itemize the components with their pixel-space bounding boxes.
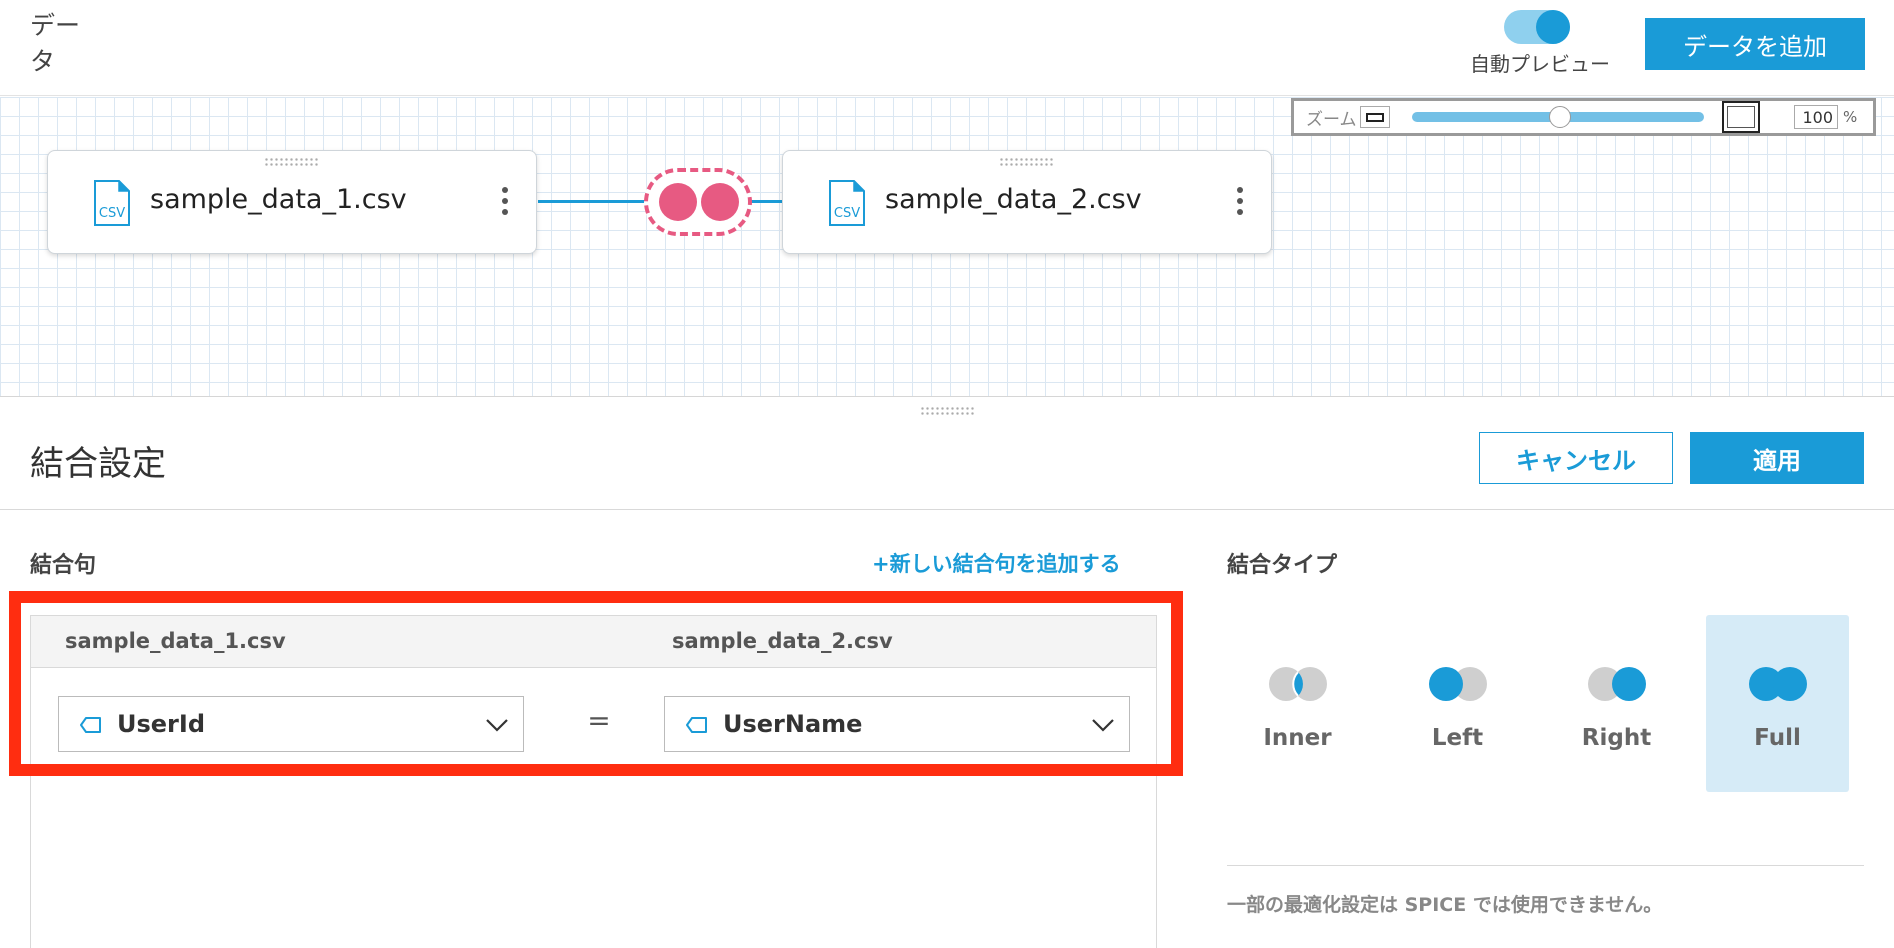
join-link-line	[538, 200, 646, 203]
join-type-full[interactable]: Full	[1706, 615, 1849, 792]
join-clause-title: 結合句	[30, 553, 97, 578]
join-clause-header: sample_data_1.csv sample_data_2.csv	[31, 616, 1156, 668]
cancel-button[interactable]: キャンセル	[1479, 432, 1673, 484]
join-type-title: 結合タイプ	[1227, 553, 1338, 578]
zoom-control: ズーム %	[1291, 98, 1876, 136]
dimension-tag-icon	[686, 717, 707, 733]
zoom-label: ズーム	[1306, 109, 1357, 130]
join-type-inner[interactable]: Inner	[1226, 615, 1369, 792]
zoom-fit-icon[interactable]	[1722, 101, 1760, 133]
add-data-button[interactable]: データを追加	[1645, 18, 1865, 70]
right-field-select[interactable]: UserName	[664, 696, 1130, 752]
zoom-out-icon[interactable]	[1360, 106, 1390, 128]
left-field-value: UserId	[117, 710, 205, 738]
join-type-label: Right	[1581, 725, 1652, 751]
add-join-clause-link[interactable]: +新しい結合句を追加する	[872, 548, 1121, 578]
join-config-title: 結合設定	[30, 444, 166, 484]
dimension-tag-icon	[80, 717, 101, 733]
right-field-value: UserName	[723, 710, 863, 738]
dataset-node[interactable]: CSV sample_data_2.csv	[782, 150, 1272, 254]
right-source-label: sample_data_2.csv	[672, 629, 893, 653]
spice-note: 一部の最適化設定は SPICE では使用できません。	[1227, 894, 1663, 916]
csv-file-icon: CSV	[94, 180, 130, 226]
join-type-left[interactable]: Left	[1386, 615, 1529, 792]
dataset-name: sample_data_1.csv	[150, 184, 407, 215]
zoom-percent-unit: %	[1843, 108, 1858, 126]
left-join-icon	[1429, 667, 1487, 701]
more-options-icon[interactable]	[1235, 185, 1245, 217]
join-config-header: 結合設定 キャンセル 適用	[0, 420, 1894, 510]
page-title: データ	[30, 11, 81, 76]
auto-preview-toggle[interactable]	[1504, 10, 1570, 44]
zoom-slider-thumb[interactable]	[1549, 106, 1571, 128]
full-join-icon	[1749, 667, 1807, 701]
data-canvas[interactable]: ズーム % CSV sample_data_1.csv CSV sample_d…	[0, 97, 1894, 397]
dataset-node[interactable]: CSV sample_data_1.csv	[47, 150, 537, 254]
inner-join-icon	[1269, 667, 1327, 701]
drag-handle[interactable]	[999, 157, 1055, 167]
join-type-right[interactable]: Right	[1545, 615, 1688, 792]
apply-button[interactable]: 適用	[1690, 432, 1864, 484]
join-type-label: Inner	[1263, 725, 1332, 751]
auto-preview-label: 自動プレビュー	[1470, 52, 1610, 76]
chevron-down-icon	[486, 719, 508, 732]
left-field-select[interactable]: UserId	[58, 696, 524, 752]
left-source-label: sample_data_1.csv	[65, 629, 286, 653]
csv-icon-text: CSV	[834, 206, 860, 221]
full-join-icon[interactable]	[644, 168, 752, 236]
join-type-label: Full	[1754, 725, 1801, 751]
toggle-knob	[1536, 10, 1570, 44]
join-type-label: Left	[1431, 725, 1484, 751]
chevron-down-icon	[1092, 719, 1114, 732]
panel-resize-handle[interactable]	[920, 406, 974, 416]
zoom-percent-input[interactable]	[1794, 105, 1838, 129]
dataset-name: sample_data_2.csv	[885, 184, 1142, 215]
divider	[1227, 865, 1864, 866]
zoom-slider[interactable]	[1412, 106, 1704, 128]
csv-file-icon: CSV	[829, 180, 865, 226]
top-header: データ 自動プレビュー データを追加	[0, 0, 1894, 96]
csv-icon-text: CSV	[99, 206, 125, 221]
more-options-icon[interactable]	[500, 185, 510, 217]
join-operator: =	[587, 704, 611, 737]
right-join-icon	[1588, 667, 1646, 701]
drag-handle[interactable]	[264, 157, 320, 167]
join-clause-table: sample_data_1.csv sample_data_2.csv User…	[30, 615, 1157, 948]
